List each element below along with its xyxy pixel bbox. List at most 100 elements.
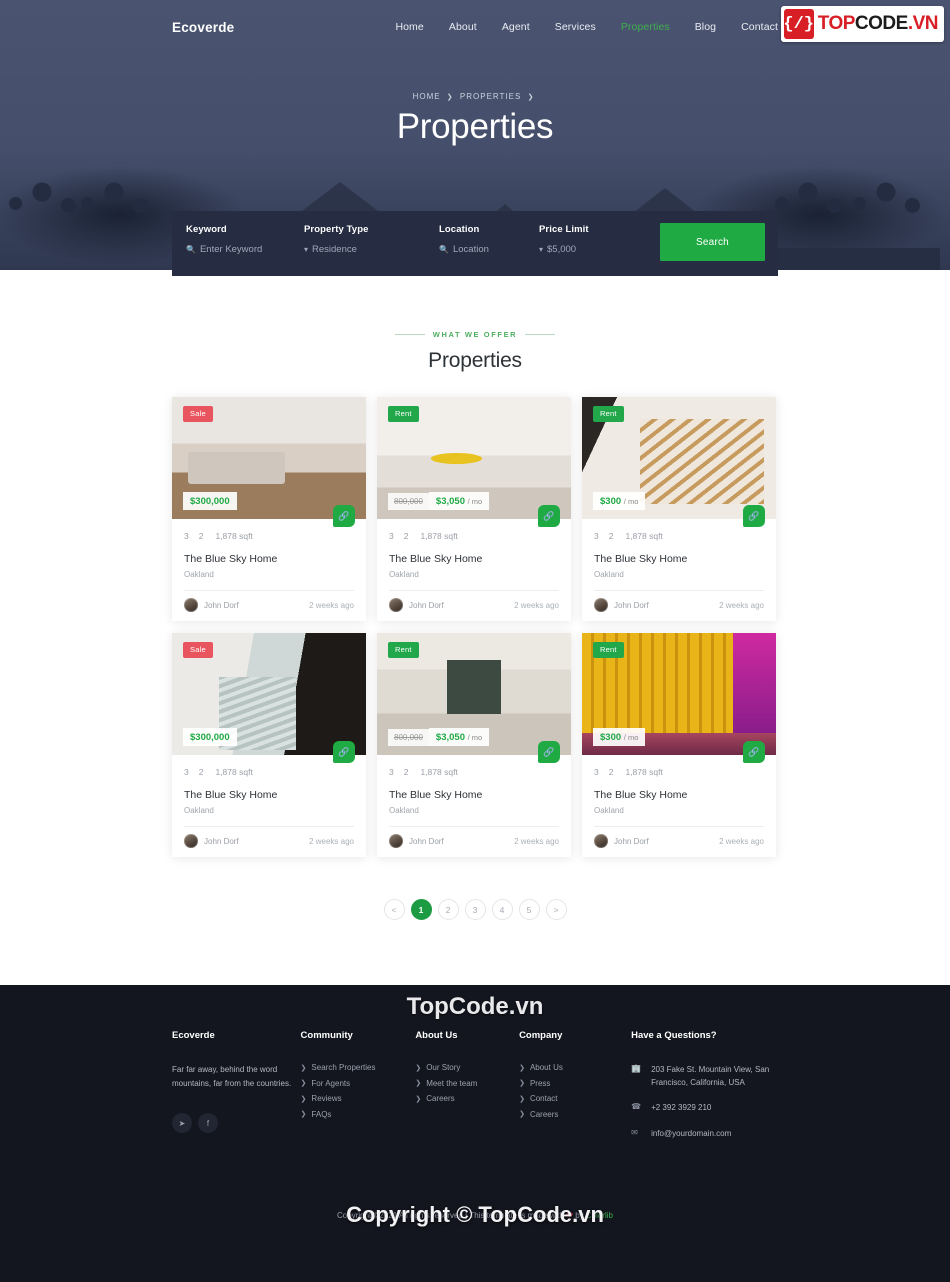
site-logo[interactable]: Ecoverde [172, 20, 234, 35]
section-header: WHAT WE OFFER Properties [0, 270, 950, 373]
pagination-page-3[interactable]: 3 [464, 899, 486, 920]
property-title: The Blue Sky Home [594, 789, 688, 801]
property-card[interactable]: Rent $300 / mo 🔗 3 2 1,878 sqft The Blue Sky H… [582, 397, 776, 621]
footer-about-links: ❯ Our Story ❯ Meet the team ❯ Careers [415, 1063, 519, 1103]
footer-col-company: Company ❯ About Us ❯ Press ❯ Contact ❯ Caree… [519, 1030, 631, 1152]
nav-item-services[interactable]: Services [555, 21, 596, 33]
pagination-prev[interactable]: < [383, 899, 405, 920]
keyword-input[interactable]: 🔍 Enter Keyword [186, 244, 290, 255]
location-value: Location [452, 244, 489, 255]
link-label: Our Story [426, 1063, 461, 1072]
nav-item-about[interactable]: About [449, 21, 477, 33]
price-group: $300 / mo [593, 492, 646, 510]
property-image[interactable]: Rent 800,000 $3,050 / mo [377, 397, 571, 519]
nav-item-contact[interactable]: Contact [741, 21, 778, 33]
watermark-logo-top: TOP [817, 13, 856, 34]
contact-phone[interactable]: ☎ +2 392 3929 210 [631, 1101, 778, 1114]
pagination-page-4[interactable]: 4 [491, 899, 513, 920]
property-card[interactable]: Sale $300,000 🔗 3 2 1,878 sqft The Blue Sky Ho… [172, 397, 366, 621]
link-label: Meet the team [426, 1078, 478, 1088]
property-image[interactable]: Rent 800,000 $3,050 / mo [377, 633, 571, 755]
property-image[interactable]: Sale $300,000 [172, 633, 366, 755]
link-icon[interactable]: 🔗 [538, 505, 560, 527]
price-period: / mo [623, 496, 639, 506]
property-title: The Blue Sky Home [184, 553, 278, 565]
chevron-right-icon: ❯ [300, 1080, 307, 1087]
footer-col-about: About Us ❯ Our Story ❯ Meet the team ❯ Care… [415, 1030, 519, 1152]
list-item[interactable]: ❯ FAQs [301, 1110, 416, 1119]
agent-name: John Dorf [409, 600, 444, 610]
baths-count: 2 [403, 767, 409, 777]
beds-count: 3 [594, 531, 599, 541]
list-item[interactable]: ❯ Press [519, 1079, 631, 1088]
link-icon[interactable]: 🔗 [333, 741, 355, 763]
twitter-icon[interactable]: ➤ [172, 1113, 192, 1133]
property-specs: 3 2 1,878 sqft [184, 531, 354, 541]
property-image[interactable]: Rent $300 / mo [582, 633, 776, 755]
status-badge: Sale [183, 406, 213, 422]
property-card-body: 🔗 3 2 1,878 sqft The Blue Sky Home Oakland Joh… [582, 505, 776, 621]
baths-count: 2 [403, 531, 409, 541]
watermark-logo-vn: .VN [907, 13, 939, 34]
price-current: $300,000 [183, 492, 237, 510]
property-card[interactable]: Rent 800,000 $3,050 / mo 🔗 3 2 1,878 sqft The B… [377, 633, 571, 857]
list-item[interactable]: ❯ For Agents [301, 1079, 416, 1088]
list-item[interactable]: ❯ Careers [415, 1094, 519, 1103]
property-card-body: 🔗 3 2 1,878 sqft The Blue Sky Home Oakland Joh… [582, 741, 776, 857]
footer-company-title: Company [519, 1030, 563, 1041]
property-meta: John Dorf 2 weeks ago [389, 590, 559, 621]
avatar [184, 834, 198, 848]
nav-item-properties[interactable]: Properties [621, 21, 670, 33]
braces-icon: {/} [783, 9, 814, 39]
nav-item-blog[interactable]: Blog [695, 21, 716, 33]
pagination-page-2[interactable]: 2 [437, 899, 459, 920]
link-icon[interactable]: 🔗 [333, 505, 355, 527]
chevron-right-icon: ❯ [519, 1080, 525, 1087]
link-icon[interactable]: 🔗 [743, 741, 765, 763]
beds-count: 3 [184, 767, 189, 777]
pagination-next[interactable]: > [545, 899, 567, 920]
facebook-icon[interactable]: f [198, 1113, 218, 1133]
nav-item-home[interactable]: Home [395, 21, 423, 33]
list-item[interactable]: ❯ Meet the team [415, 1079, 519, 1088]
search-field-location: Location 🔍 Location [425, 224, 525, 255]
list-item[interactable]: ❯ Our Story [415, 1063, 519, 1072]
watermark-center-text: TopCode.vn [406, 993, 544, 1020]
status-badge: Rent [593, 406, 624, 422]
property-card[interactable]: Rent 800,000 $3,050 / mo 🔗 3 2 1,878 sqft The B… [377, 397, 571, 621]
list-item[interactable]: ❯ Search Properties [301, 1063, 416, 1072]
breadcrumb-properties[interactable]: PROPERTIES [460, 92, 521, 101]
property-card-grid: Sale $300,000 🔗 3 2 1,878 sqft The Blue Sky Ho… [172, 397, 778, 857]
chevron-right-icon: ❯ [415, 1080, 422, 1087]
list-item[interactable]: ❯ Careers [519, 1110, 631, 1119]
location-input[interactable]: 🔍 Location [439, 244, 525, 255]
pagination-page-5[interactable]: 5 [518, 899, 540, 920]
property-card[interactable]: Sale $300,000 🔗 3 2 1,878 sqft The Blue Sky Ho… [172, 633, 366, 857]
property-card[interactable]: Rent $300 / mo 🔗 3 2 1,878 sqft The Blue Sky H… [582, 633, 776, 857]
contact-email[interactable]: ✉ info@yourdomain.com [631, 1127, 778, 1140]
property-image[interactable]: Sale $300,000 [172, 397, 366, 519]
list-item[interactable]: ❯ Reviews [301, 1094, 416, 1103]
chevron-down-icon-price: ▾ [539, 244, 544, 254]
status-badge: Rent [388, 406, 419, 422]
pagination: <1 2 3 4 5 > [0, 899, 950, 920]
chevron-right-icon-2: ❯ [527, 94, 535, 101]
list-item[interactable]: ❯ Contact [519, 1094, 631, 1103]
search-button[interactable]: Search [660, 223, 765, 261]
footer-about-title: About Us [415, 1030, 458, 1041]
agent-name: John Dorf [204, 836, 239, 846]
price-limit-select[interactable]: ▾ $5,000 [539, 244, 647, 255]
property-card-body: 🔗 3 2 1,878 sqft The Blue Sky Home Oakland Joh… [377, 741, 571, 857]
list-item[interactable]: ❯ About Us [519, 1063, 631, 1072]
link-icon[interactable]: 🔗 [743, 505, 765, 527]
property-type-select[interactable]: ▾ Residence [304, 244, 425, 255]
nav-item-agent[interactable]: Agent [502, 21, 530, 33]
property-image[interactable]: Rent $300 / mo [582, 397, 776, 519]
property-specs: 3 2 1,878 sqft [594, 767, 764, 777]
link-icon[interactable]: 🔗 [538, 741, 560, 763]
breadcrumb-home[interactable]: HOME [413, 92, 441, 101]
footer-col-brand: Ecoverde Far far away, behind the word m… [172, 1030, 301, 1152]
pagination-page-1[interactable]: 1 [410, 899, 432, 920]
area-size: 1,878 sqft [420, 767, 458, 777]
baths-count: 2 [198, 531, 204, 541]
